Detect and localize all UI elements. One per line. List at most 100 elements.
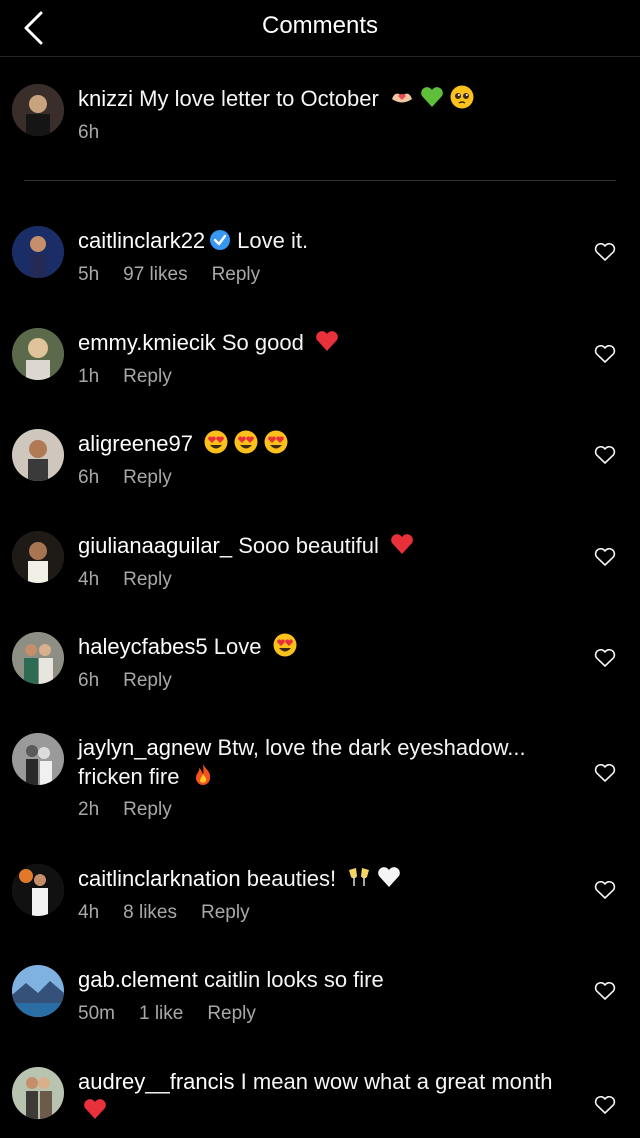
username[interactable]: giulianaaguilar_ — [78, 533, 232, 558]
verified-badge-icon — [205, 228, 237, 253]
reply-button[interactable]: Reply — [207, 1003, 256, 1024]
caption-text: knizzi My love letter to October — [78, 84, 570, 113]
username[interactable]: audrey__francis — [78, 1069, 235, 1094]
comment-body: Sooo beautiful — [238, 533, 379, 558]
post-caption: knizzi My love letter to October 6h — [0, 80, 640, 150]
red-heart-icon — [385, 533, 415, 558]
username[interactable]: caitlinclark22 — [78, 228, 205, 253]
avatar[interactable] — [12, 864, 64, 916]
comment-body: Love it. — [237, 228, 309, 253]
comment-text: caitlinclarknation beauties! — [78, 864, 570, 893]
username[interactable]: haleycfabes5 — [78, 634, 208, 659]
heart-eyes-icon — [268, 633, 298, 659]
heart-outline-icon — [594, 547, 616, 566]
reply-button[interactable]: Reply — [201, 902, 250, 923]
comment-meta: 4h 8 likes Reply — [78, 902, 274, 924]
username[interactable]: emmy.kmiecik — [78, 330, 216, 355]
comment-meta: 5h 97 likes Reply — [78, 264, 284, 286]
like-button[interactable] — [594, 242, 616, 262]
comment-text: giulianaaguilar_ Sooo beautiful — [78, 531, 570, 560]
comment-meta: 50m 1 like Reply — [78, 1003, 280, 1025]
caption-meta: 6h — [78, 122, 123, 144]
header-bar: Comments — [0, 0, 640, 57]
reply-button[interactable]: Reply — [123, 467, 172, 488]
avatar[interactable] — [12, 965, 64, 1017]
heart-outline-icon — [594, 648, 616, 667]
comment-meta: 1h Reply — [78, 366, 196, 388]
heart-outline-icon — [594, 445, 616, 464]
heart-outline-icon — [594, 880, 616, 899]
comment-body: beauties! — [246, 866, 337, 891]
heart-outline-icon — [594, 344, 616, 363]
username[interactable]: caitlinclarknation — [78, 866, 241, 891]
avatar[interactable] — [12, 84, 64, 136]
like-button[interactable] — [594, 1095, 616, 1115]
white-heart-icon — [372, 866, 402, 891]
comment-body: Love — [213, 634, 262, 659]
heart-outline-icon — [594, 242, 616, 261]
comment-body: I mean wow what a great month — [240, 1069, 553, 1094]
like-button[interactable] — [594, 981, 616, 1001]
like-count[interactable]: 8 likes — [123, 902, 177, 923]
comment-text: emmy.kmiecik So good — [78, 328, 570, 357]
timestamp: 4h — [78, 902, 100, 923]
like-button[interactable] — [594, 445, 616, 465]
comment-meta: 4h Reply — [78, 569, 196, 591]
comment-text: caitlinclark22 Love it. — [78, 226, 570, 255]
heart-eyes-icon — [259, 430, 289, 456]
like-button[interactable] — [594, 648, 616, 668]
comment-text: haleycfabes5 Love — [78, 632, 570, 661]
hands-heart-icon — [385, 86, 415, 111]
avatar[interactable] — [12, 531, 64, 583]
like-button[interactable] — [594, 880, 616, 900]
username[interactable]: knizzi — [78, 86, 133, 111]
comment-body: So good — [221, 330, 304, 355]
heart-eyes-icon — [199, 430, 229, 456]
avatar[interactable] — [12, 1067, 64, 1119]
avatar[interactable] — [12, 226, 64, 278]
red-heart-icon — [78, 1098, 108, 1123]
heart-outline-icon — [594, 1095, 616, 1114]
comment-meta: 2h Reply — [78, 799, 196, 821]
reply-button[interactable]: Reply — [123, 670, 172, 691]
comment-text: gab.clement caitlin looks so fire — [78, 965, 570, 994]
username[interactable]: gab.clement — [78, 967, 198, 992]
timestamp: 50m — [78, 1003, 115, 1024]
avatar[interactable] — [12, 429, 64, 481]
avatar[interactable] — [12, 733, 64, 785]
username[interactable]: jaylyn_agnew — [78, 735, 211, 760]
avatar[interactable] — [12, 328, 64, 380]
like-count[interactable]: 97 likes — [123, 264, 187, 285]
page-title: Comments — [261, 12, 379, 39]
reply-button[interactable]: Reply — [123, 799, 172, 820]
username[interactable]: aligreene97 — [78, 431, 193, 456]
reply-button[interactable]: Reply — [212, 264, 261, 285]
comment-body: caitlin looks so fire — [203, 967, 384, 992]
reply-button[interactable]: Reply — [123, 569, 172, 590]
red-heart-icon — [310, 330, 340, 355]
heart-outline-icon — [594, 763, 616, 782]
green-heart-icon — [415, 86, 445, 111]
timestamp: 6h — [78, 467, 100, 488]
comment-meta: 6h Reply — [78, 467, 196, 489]
like-button[interactable] — [594, 763, 616, 783]
timestamp: 6h — [78, 670, 100, 691]
like-button[interactable] — [594, 344, 616, 364]
clinking-glasses-icon — [342, 866, 372, 891]
like-count[interactable]: 1 like — [139, 1003, 183, 1024]
reply-button[interactable]: Reply — [123, 366, 172, 387]
avatar[interactable] — [12, 632, 64, 684]
comment-text: jaylyn_agnew Btw, love the dark eyeshado… — [78, 733, 570, 791]
timestamp: 1h — [78, 366, 100, 387]
comment-meta: 6h Reply — [78, 670, 196, 692]
heart-eyes-icon — [229, 430, 259, 456]
timestamp: 2h — [78, 799, 100, 820]
comment-text: audrey__francis I mean wow what a great … — [78, 1067, 570, 1125]
timestamp: 6h — [78, 122, 100, 143]
caption-body: My love letter to October — [139, 86, 379, 111]
fire-icon — [186, 764, 216, 789]
like-button[interactable] — [594, 547, 616, 567]
heart-outline-icon — [594, 981, 616, 1000]
comment-text: aligreene97 — [78, 429, 570, 458]
timestamp: 4h — [78, 569, 100, 590]
